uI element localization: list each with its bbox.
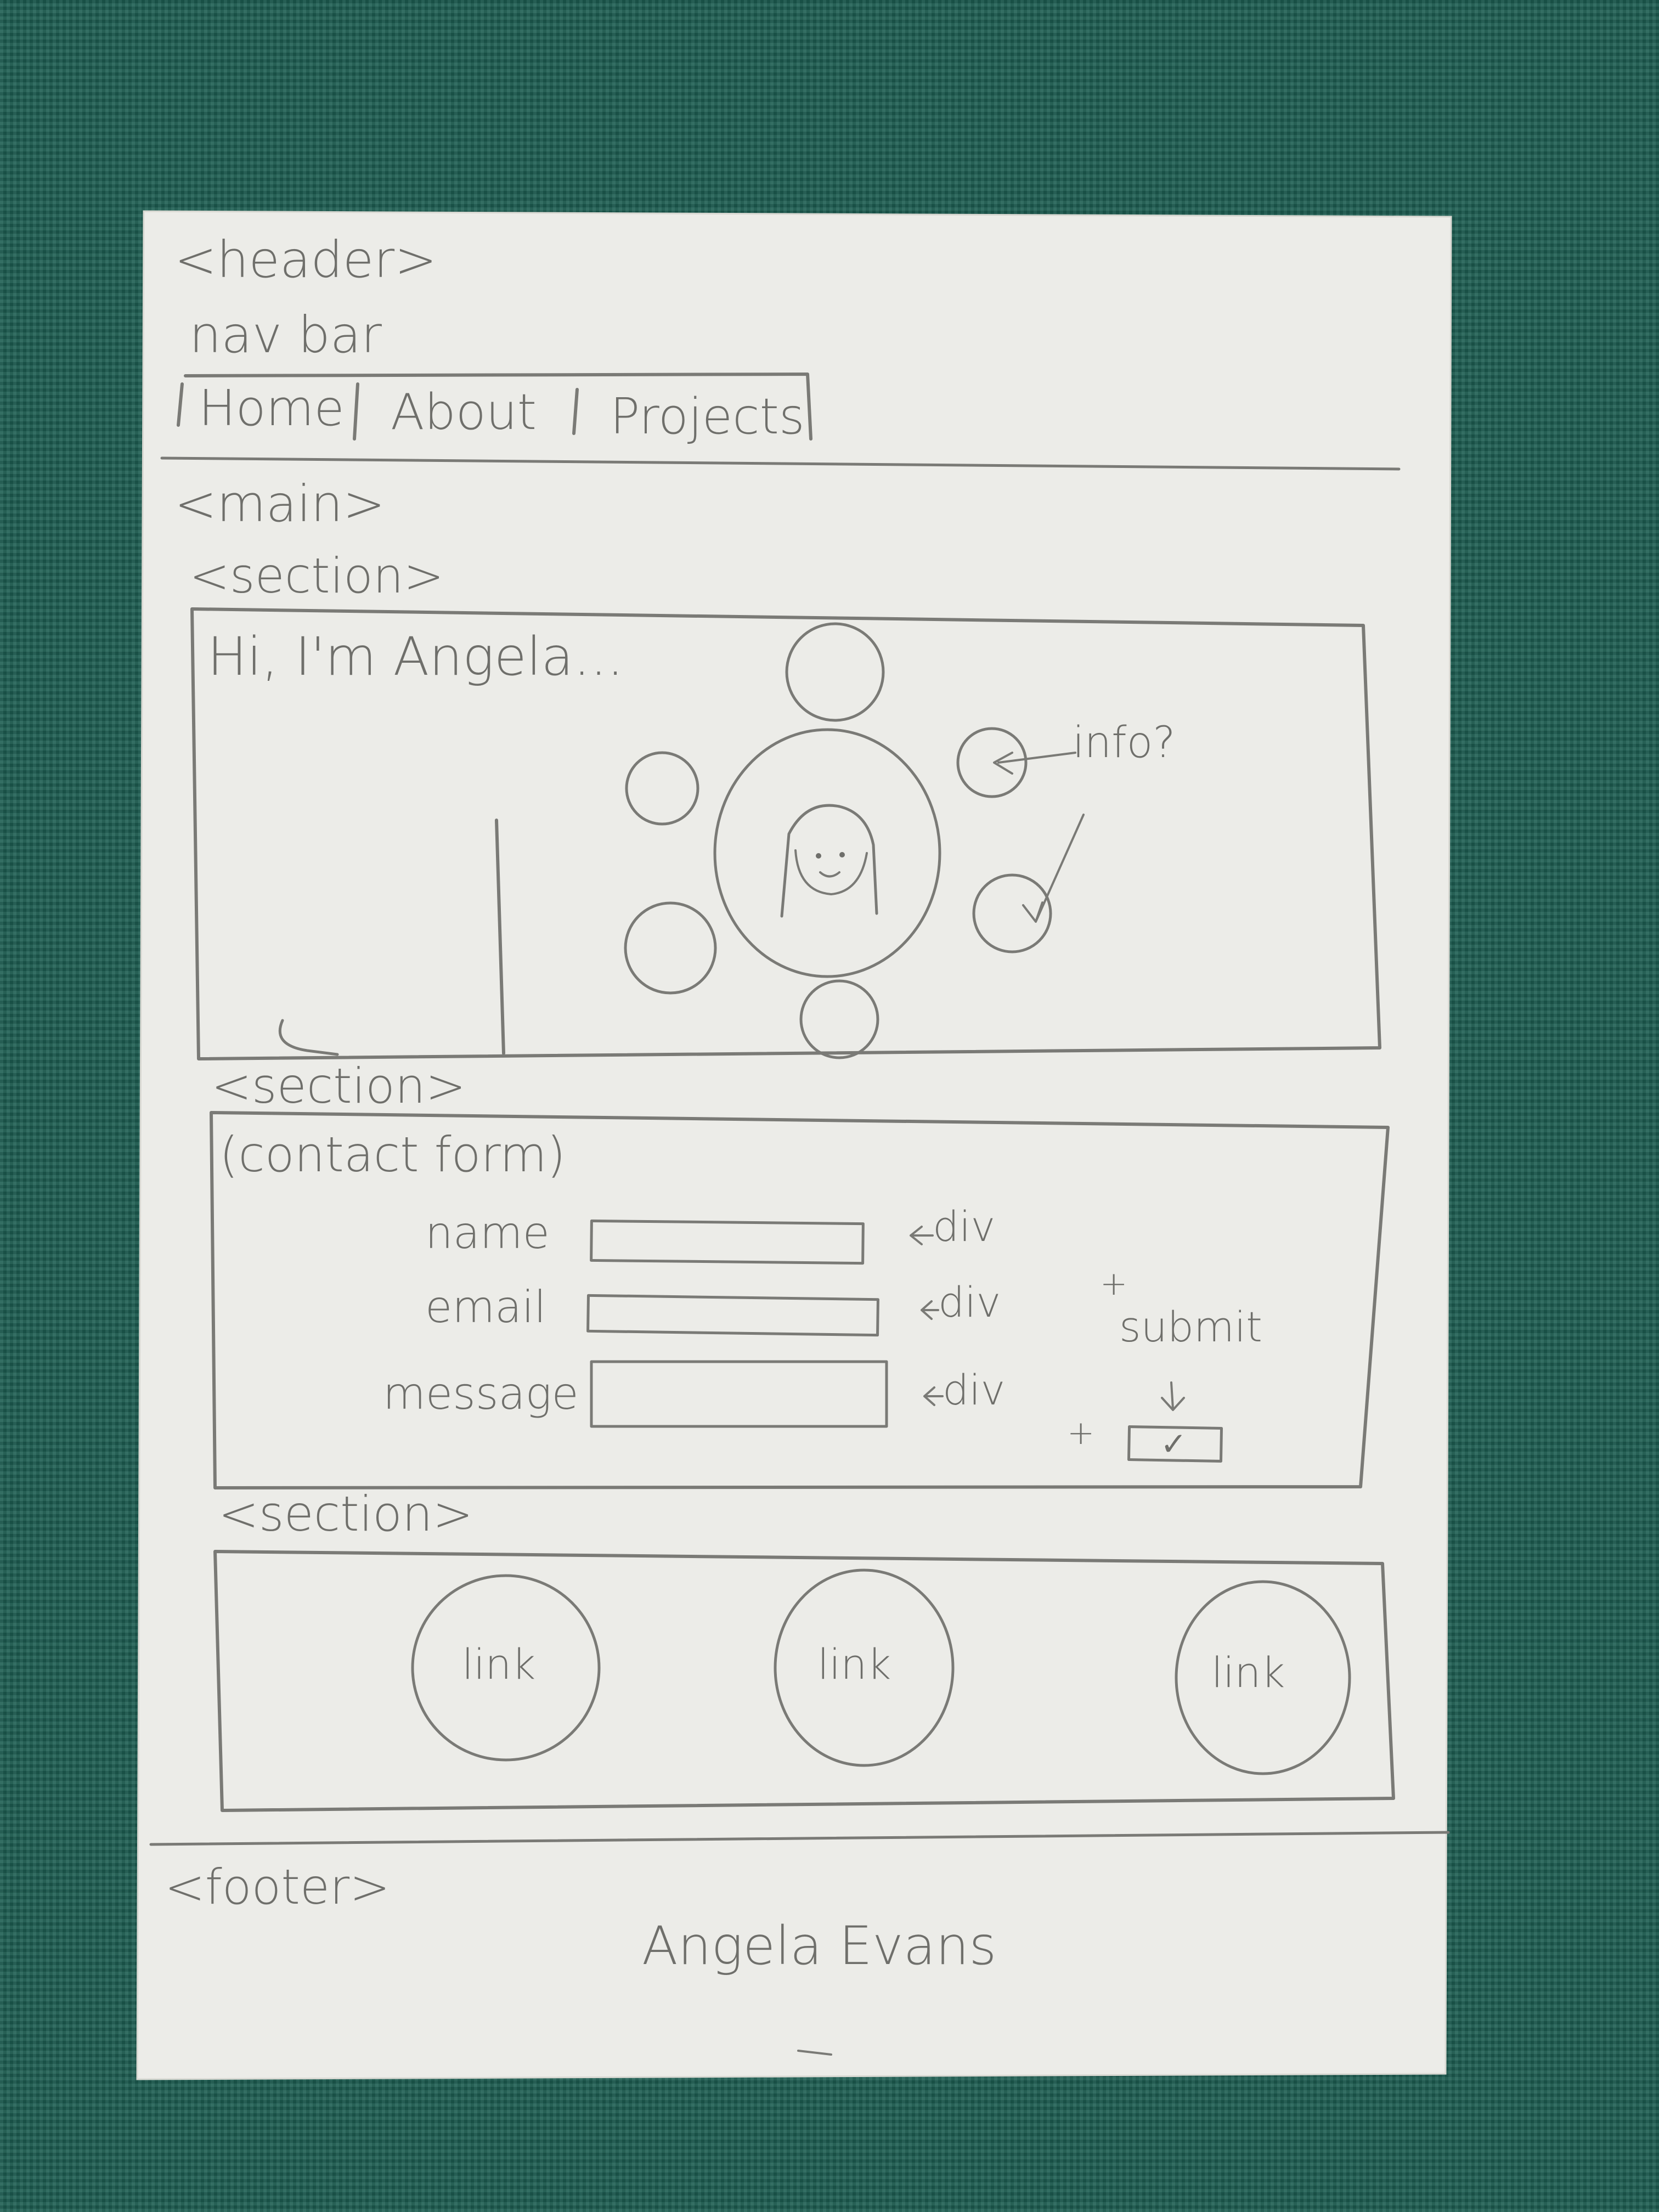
link-label-3: link — [1211, 1648, 1285, 1697]
link-label-2: link — [817, 1640, 891, 1689]
field-note-name: div — [933, 1202, 995, 1251]
submit-checkmark: ✓ — [1160, 1425, 1187, 1463]
contact-caption: (contact form) — [219, 1126, 566, 1183]
links-section-tag: <section> — [218, 1486, 473, 1542]
field-label-name: name — [425, 1207, 550, 1259]
hero-greeting: Hi, I'm Angela... — [207, 626, 624, 687]
nav-caption: nav bar — [189, 306, 382, 364]
field-label-message: message — [383, 1368, 579, 1419]
contact-section-tag: <section> — [211, 1058, 466, 1114]
hero-section-tag: <section> — [189, 548, 444, 604]
nav-item-projects[interactable]: Projects — [610, 388, 805, 445]
wireframe-sketch: <header> nav bar Home About Projects <ma… — [136, 210, 1452, 2080]
field-label-email: email — [425, 1282, 546, 1333]
link-label-1: link — [462, 1640, 535, 1689]
submit-label: submit — [1119, 1302, 1262, 1351]
footer-name: Angela Evans — [642, 1915, 996, 1977]
nav-item-home[interactable]: Home — [199, 380, 345, 437]
plus-mark-bottom: + — [1067, 1414, 1094, 1452]
field-note-email: div — [938, 1278, 1001, 1327]
plus-mark-top: + — [1100, 1265, 1127, 1303]
header-tag: <header> — [174, 230, 437, 289]
nav-item-about[interactable]: About — [391, 383, 537, 441]
field-note-message: div — [943, 1365, 1005, 1414]
info-note: info? — [1073, 718, 1176, 768]
footer-tag: <footer> — [165, 1859, 390, 1915]
main-tag: <main> — [174, 475, 385, 533]
